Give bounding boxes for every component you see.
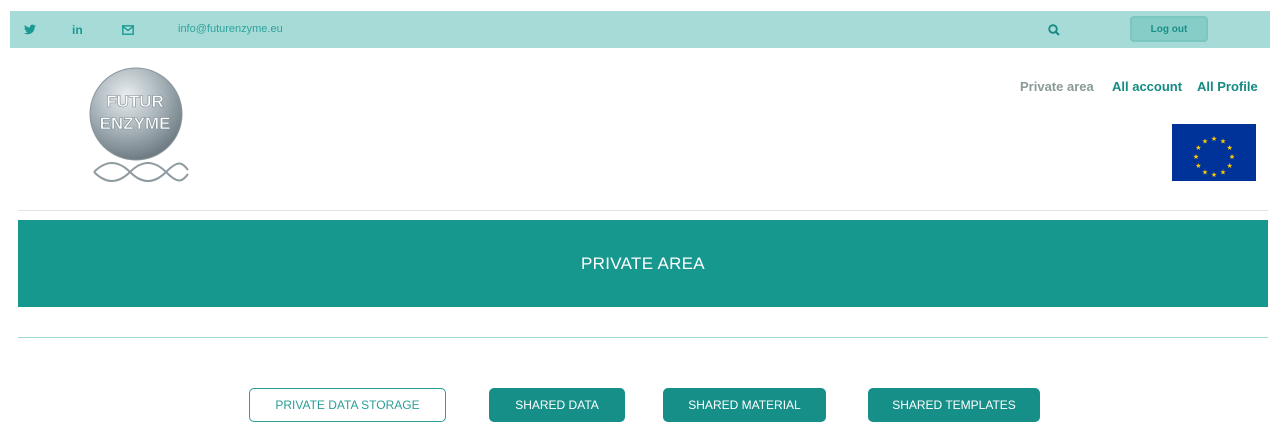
top-utility-bar: in info@futurenzyme.eu Log out (10, 11, 1270, 48)
svg-text:★: ★ (1195, 144, 1201, 152)
eu-flag-icon: ★ ★ ★ ★ ★ ★ ★ ★ ★ ★ ★ ★ (1172, 124, 1256, 181)
futurenzyme-logo[interactable]: FUTUR ENZYME (82, 66, 190, 196)
logo-text-futur: FUTUR (106, 92, 164, 111)
mail-icon[interactable] (122, 11, 134, 48)
page-banner: PRIVATE AREA (18, 220, 1268, 307)
svg-text:★: ★ (1202, 169, 1208, 177)
nav-link-private-area[interactable]: Private area (1020, 79, 1094, 94)
svg-text:★: ★ (1211, 135, 1217, 143)
nav-link-all-account[interactable]: All account (1112, 79, 1182, 94)
shared-templates-button[interactable]: SHARED TEMPLATES (868, 388, 1040, 422)
shared-material-button[interactable]: SHARED MATERIAL (663, 388, 826, 422)
nav-link-all-profile[interactable]: All Profile (1197, 79, 1258, 94)
svg-text:★: ★ (1195, 162, 1201, 170)
svg-text:★: ★ (1193, 153, 1199, 161)
svg-text:★: ★ (1211, 171, 1217, 179)
svg-text:★: ★ (1202, 137, 1208, 145)
logo-text-enzyme: ENZYME (100, 114, 171, 133)
logout-button[interactable]: Log out (1130, 16, 1208, 42)
shared-data-button[interactable]: SHARED DATA (489, 388, 625, 422)
svg-text:★: ★ (1220, 169, 1226, 177)
svg-text:★: ★ (1229, 153, 1235, 161)
linkedin-icon[interactable]: in (72, 11, 83, 48)
twitter-icon[interactable] (24, 11, 36, 48)
section-divider (18, 337, 1268, 338)
svg-text:★: ★ (1226, 144, 1232, 152)
page-title: PRIVATE AREA (581, 253, 705, 273)
header-divider (18, 210, 1268, 211)
contact-email-link[interactable]: info@futurenzyme.eu (178, 11, 283, 48)
search-icon[interactable] (1048, 11, 1060, 48)
svg-text:★: ★ (1226, 162, 1232, 170)
svg-text:★: ★ (1220, 137, 1226, 145)
private-data-storage-button[interactable]: PRIVATE DATA STORAGE (249, 388, 446, 422)
